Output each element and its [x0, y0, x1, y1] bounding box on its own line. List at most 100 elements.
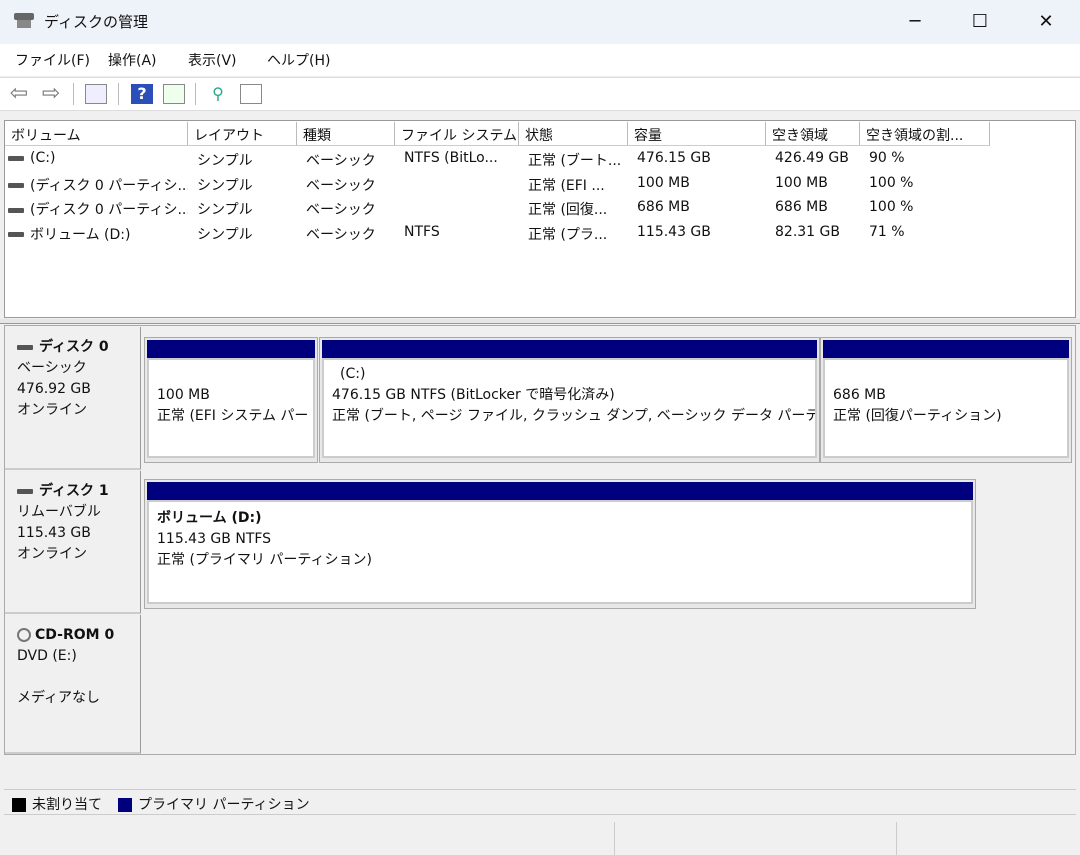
column-header-volume[interactable]: ボリューム	[5, 122, 188, 146]
partition-size: 100 MB	[157, 385, 305, 406]
volume-cell[interactable]: 115.43 GB	[637, 224, 765, 248]
disk-icon	[17, 489, 33, 494]
volume-cell[interactable]	[404, 175, 516, 199]
volume-cell[interactable]: (ディスク 0 パーティシ...	[8, 199, 188, 223]
volume-cell[interactable]: 100 MB	[775, 175, 861, 199]
partition-title: (C:)	[332, 364, 807, 385]
unallocated-swatch	[12, 798, 26, 812]
legend-unallocated: 未割り当て	[32, 797, 102, 813]
window-title: ディスクの管理	[44, 11, 148, 32]
cell-text: 100 %	[869, 175, 913, 191]
minimize-button[interactable]: ─	[895, 8, 935, 36]
menu-file[interactable]: ファイル(F)	[15, 50, 90, 70]
volume-cell[interactable]: 100 %	[869, 175, 989, 199]
volume-cell[interactable]: 476.15 GB	[637, 150, 765, 174]
volume-drive-icon	[8, 208, 24, 213]
column-header-filesystem[interactable]: ファイル システム	[395, 122, 519, 146]
cell-text: シンプル	[197, 202, 253, 218]
cell-text: シンプル	[197, 178, 253, 194]
volume-cell[interactable]: 82.31 GB	[775, 224, 861, 248]
volume-cell[interactable]: (C:)	[8, 150, 188, 174]
help-icon[interactable]: ?	[131, 84, 153, 104]
volume-cell[interactable]: シンプル	[197, 224, 297, 248]
volume-cell[interactable]: ベーシック	[306, 175, 396, 199]
status-divider	[614, 822, 615, 855]
disk-type: DVD (E:)	[17, 646, 128, 667]
volume-cell[interactable]: ベーシック	[306, 150, 396, 174]
pane-splitter[interactable]	[0, 319, 1080, 324]
cell-text: シンプル	[197, 227, 253, 243]
volume-cell[interactable]: シンプル	[197, 199, 297, 223]
volume-cell[interactable]: 90 %	[869, 150, 989, 174]
volume-cell[interactable]: 686 MB	[775, 199, 861, 223]
column-header-layout[interactable]: レイアウト	[188, 122, 297, 146]
cell-text: NTFS (BitLo...	[404, 150, 498, 166]
volume-cell[interactable]: 100 MB	[637, 175, 765, 199]
cell-text: 正常 (ブート...	[528, 153, 621, 169]
volume-cell[interactable]: 正常 (ブート...	[528, 150, 626, 174]
cell-text: 100 %	[869, 199, 913, 215]
disk-1-label[interactable]: ディスク 1 リムーバブル 115.43 GB オンライン	[5, 471, 141, 614]
partition-c[interactable]: (C:)476.15 GB NTFS (BitLocker で暗号化済み)正常 …	[319, 337, 820, 463]
show-hide-console-tree-icon[interactable]	[85, 84, 107, 104]
cell-text: ボリューム (D:)	[30, 227, 130, 243]
volume-cell[interactable]: 686 MB	[637, 199, 765, 223]
partition-status: 正常 (プライマリ パーティション)	[157, 550, 963, 571]
legend: 未割り当て プライマリ パーティション	[4, 789, 1076, 815]
disk-0-label[interactable]: ディスク 0 ベーシック 476.92 GB オンライン	[5, 327, 141, 470]
volume-cell[interactable]: 100 %	[869, 199, 989, 223]
status-bar	[0, 820, 1080, 855]
volume-cell[interactable]: ベーシック	[306, 199, 396, 223]
volume-cell[interactable]: (ディスク 0 パーティシ...	[8, 175, 188, 199]
volume-drive-icon	[8, 183, 24, 188]
disk-icon	[17, 345, 33, 350]
toolbar-separator	[73, 83, 74, 105]
volume-cell[interactable]: 正常 (EFI ...	[528, 175, 626, 199]
disk-name: CD-ROM 0	[35, 627, 114, 643]
column-header-type[interactable]: 種類	[297, 122, 395, 146]
volume-cell[interactable]	[404, 199, 516, 223]
show-hide-action-pane-icon[interactable]	[163, 84, 185, 104]
volume-cell[interactable]: 正常 (プラ...	[528, 224, 626, 248]
menu-help[interactable]: ヘルプ(H)	[267, 50, 330, 70]
disk-type: リムーバブル	[17, 502, 128, 523]
disk-size: 476.92 GB	[17, 379, 128, 400]
column-header-status[interactable]: 状態	[519, 122, 628, 146]
cell-text: 100 MB	[775, 175, 828, 191]
cell-text: 正常 (EFI ...	[528, 178, 605, 194]
cell-text: (ディスク 0 パーティシ...	[30, 202, 188, 218]
menu-view[interactable]: 表示(V)	[188, 50, 237, 70]
toolbar-separator	[195, 83, 196, 105]
partition-d[interactable]: ボリューム (D:)115.43 GB NTFS正常 (プライマリ パーティショ…	[144, 479, 976, 609]
volume-cell[interactable]: 正常 (回復...	[528, 199, 626, 223]
cell-text: ベーシック	[306, 178, 376, 194]
volume-cell[interactable]: 426.49 GB	[775, 150, 861, 174]
partition-recovery[interactable]: 686 MB正常 (回復パーティション)	[820, 337, 1072, 463]
menu-action[interactable]: 操作(A)	[108, 50, 157, 70]
connect-icon[interactable]: ⚲	[207, 84, 229, 104]
volume-cell[interactable]: NTFS	[404, 224, 516, 248]
cdrom-0-label[interactable]: CD-ROM 0 DVD (E:) メディアなし	[5, 615, 141, 754]
volume-cell[interactable]: 71 %	[869, 224, 989, 248]
volume-cell[interactable]: シンプル	[197, 150, 297, 174]
volume-cell[interactable]: シンプル	[197, 175, 297, 199]
volume-cell[interactable]: NTFS (BitLo...	[404, 150, 516, 174]
column-header-percent-free[interactable]: 空き領域の割...	[860, 122, 990, 146]
forward-icon[interactable]: ⇨	[40, 84, 62, 104]
partition-title: ボリューム (D:)	[157, 508, 963, 529]
cd-icon	[17, 628, 31, 642]
properties-icon[interactable]	[240, 84, 262, 104]
disk-size: 115.43 GB	[17, 523, 128, 544]
toolbar	[0, 77, 1080, 111]
volume-cell[interactable]: ベーシック	[306, 224, 396, 248]
maximize-button[interactable]: ☐	[960, 8, 1000, 36]
back-icon[interactable]: ⇦	[8, 84, 30, 104]
legend-primary-partition: プライマリ パーティション	[138, 797, 310, 813]
partition-efi[interactable]: 100 MB正常 (EFI システム パー	[144, 337, 318, 463]
menu-bar	[0, 44, 1080, 76]
column-header-free-space[interactable]: 空き領域	[766, 122, 860, 146]
disk-status: オンライン	[17, 544, 128, 565]
volume-cell[interactable]: ボリューム (D:)	[8, 224, 188, 248]
column-header-capacity[interactable]: 容量	[628, 122, 766, 146]
close-button[interactable]: ✕	[1026, 8, 1066, 36]
